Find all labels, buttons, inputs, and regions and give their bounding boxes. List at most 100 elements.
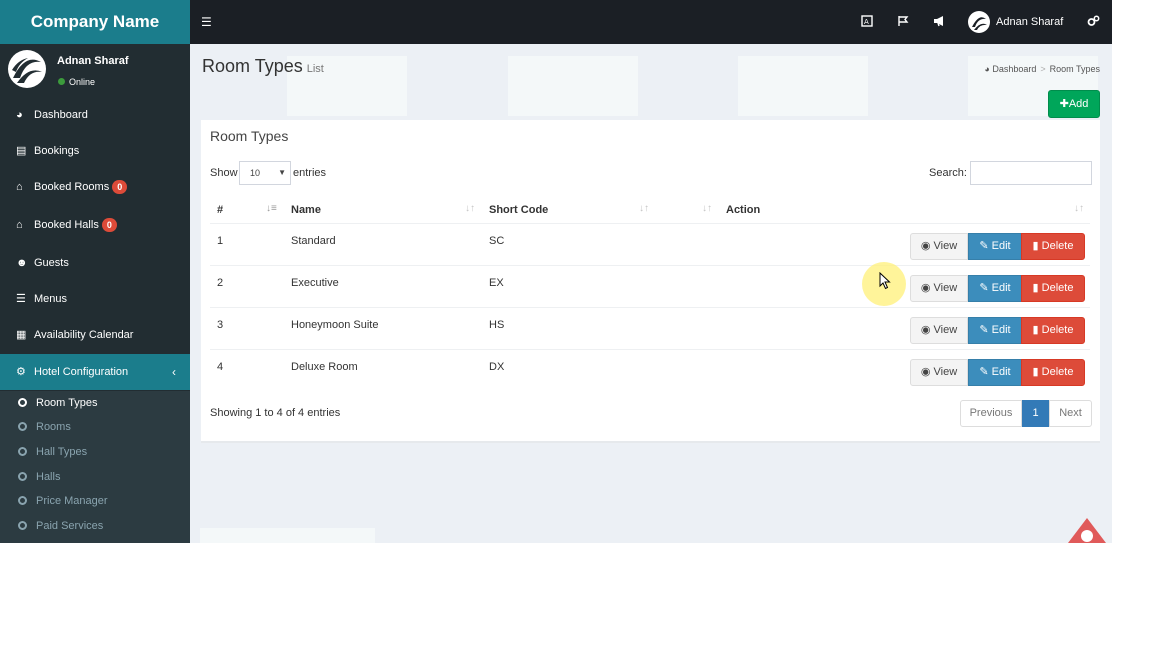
sidebar: Adnan Sharaf Online ◕ Dashboard ▤ Bookings… [0, 44, 190, 543]
sidebar-item-guests[interactable]: ☻ Guests [0, 245, 190, 281]
sidebar-item-menus[interactable]: ☰ Menus [0, 281, 190, 317]
page-title-text: Room Types [202, 56, 303, 76]
sidebar-item-label: Hotel Configuration [34, 366, 129, 378]
column-header-number[interactable]: # [217, 204, 223, 216]
view-button[interactable]: ◉ View [910, 275, 968, 302]
delete-button[interactable]: ▮ Delete [1021, 317, 1085, 344]
home-icon: ⌂ [16, 219, 23, 231]
search-label: Search: [929, 167, 967, 179]
announcement-icon[interactable] [933, 15, 946, 30]
edit-button[interactable]: ✎ Edit [968, 317, 1022, 344]
column-header-name[interactable]: Name [291, 204, 321, 216]
booked-rooms-badge: 0 [112, 180, 128, 194]
ghost-card [508, 56, 638, 116]
delete-button[interactable]: ▮ Delete [1021, 359, 1085, 386]
pagination-previous[interactable]: Previous [960, 400, 1022, 427]
delete-button[interactable]: ▮ Delete [1021, 275, 1085, 302]
circle-icon [18, 472, 27, 481]
view-label: View [933, 366, 958, 378]
submenu-item-rooms[interactable]: Rooms [0, 415, 190, 439]
view-button[interactable]: ◉ View [910, 233, 968, 260]
submenu-item-paid-services[interactable]: Paid Services [0, 514, 190, 538]
submenu-item-label: Price Manager [36, 495, 108, 507]
sidebar-item-booked-rooms[interactable]: ⌂ Booked Rooms 0 [0, 169, 190, 205]
page-size-value: 10 [250, 168, 261, 178]
submenu-item-hall-types[interactable]: Hall Types [0, 440, 190, 464]
sort-asc-icon[interactable]: ↓≡ [266, 203, 277, 214]
sidebar-item-dashboard[interactable]: ◕ Dashboard [0, 97, 190, 133]
show-label: Show [210, 167, 238, 179]
user-panel: Adnan Sharaf Online [0, 44, 190, 96]
entries-label: entries [293, 167, 327, 179]
settings-gears-icon[interactable] [1087, 15, 1100, 30]
edit-button[interactable]: ✎ Edit [968, 359, 1022, 386]
circle-icon [18, 521, 27, 530]
submenu-item-halls[interactable]: Halls [0, 465, 190, 489]
bars-icon: ☰ [16, 293, 26, 305]
scroll-top-icon[interactable] [1066, 516, 1108, 543]
eye-icon: ◉ [920, 366, 931, 378]
view-button[interactable]: ◉ View [910, 317, 968, 344]
edit-button[interactable]: ✎ Edit [968, 233, 1022, 260]
delete-button[interactable]: ▮ Delete [1021, 233, 1085, 260]
room-types-box: Room Types Show 10 ▼ entries Search: # ↓≡… [201, 120, 1100, 443]
sort-icon[interactable]: ↓↑ [702, 203, 712, 214]
breadcrumb-item-dashboard[interactable]: Dashboard [992, 64, 1036, 74]
sidebar-item-label: Menus [34, 293, 68, 305]
pagination-page-1[interactable]: 1 [1022, 400, 1049, 427]
row-short-code: DX [489, 361, 505, 373]
calendar-icon: ▦ [16, 329, 27, 341]
sidebar-item-availability-calendar[interactable]: ▦ Availability Calendar [0, 317, 190, 353]
edit-label: Edit [991, 324, 1011, 336]
sidebar-toggle-icon[interactable]: ☰ [201, 15, 212, 29]
column-header-short-code[interactable]: Short Code [489, 204, 548, 216]
row-name: Executive [291, 277, 339, 289]
sidebar-item-booked-halls[interactable]: ⌂ Booked Halls 0 [0, 207, 190, 243]
edit-label: Edit [991, 240, 1011, 252]
plus-icon: ✚ [1059, 98, 1069, 110]
row-name: Standard [291, 235, 336, 247]
column-header-action[interactable]: Action [726, 204, 760, 216]
dashboard-icon: ◕ [984, 64, 990, 74]
top-navbar: ☰ A Adnan Sharaf [190, 0, 1112, 44]
page-title: Room Types List [202, 56, 324, 77]
sort-icon[interactable]: ↓↑ [1074, 203, 1084, 214]
circle-icon [18, 447, 27, 456]
submenu-item-price-manager[interactable]: Price Manager [0, 489, 190, 513]
row-short-code: HS [489, 319, 505, 331]
sidebar-item-hotel-configuration[interactable]: ⚙ Hotel Configuration ‹ [0, 354, 190, 390]
mouse-cursor-icon [879, 272, 891, 290]
edit-button[interactable]: ✎ Edit [968, 275, 1022, 302]
view-label: View [933, 324, 958, 336]
edit-icon: ✎ [979, 324, 989, 336]
row-number: 3 [217, 319, 224, 331]
delete-label: Delete [1041, 324, 1074, 336]
pagination-next[interactable]: Next [1049, 400, 1092, 427]
eye-icon: ◉ [920, 240, 931, 252]
add-button[interactable]: ✚Add [1048, 90, 1100, 118]
search-input[interactable] [970, 161, 1092, 185]
bookings-icon: ▤ [16, 145, 27, 157]
sort-icon[interactable]: ↓↑ [465, 203, 475, 214]
page-size-select[interactable]: 10 ▼ [239, 161, 291, 185]
row-divider [210, 307, 1090, 308]
trash-icon: ▮ [1032, 324, 1039, 336]
navbar-user-menu[interactable]: Adnan Sharaf [968, 10, 1063, 34]
view-button[interactable]: ◉ View [910, 359, 968, 386]
app-frame: Company Name ☰ A Adnan Sharaf Adnan Shar… [0, 0, 1112, 543]
sidebar-item-bookings[interactable]: ▤ Bookings [0, 133, 190, 169]
sort-icon[interactable]: ↓↑ [639, 203, 649, 214]
company-logo[interactable]: Company Name [0, 0, 190, 44]
edit-icon: ✎ [979, 366, 989, 378]
language-icon[interactable]: A [861, 15, 873, 30]
row-number: 2 [217, 277, 224, 289]
header-divider [210, 223, 1090, 224]
submenu-item-room-types[interactable]: Room Types [0, 391, 190, 415]
delete-label: Delete [1041, 366, 1074, 378]
row-short-code: EX [489, 277, 504, 289]
row-divider [210, 265, 1090, 266]
eye-icon: ◉ [920, 324, 931, 336]
booked-halls-badge: 0 [101, 218, 117, 232]
flag-icon[interactable] [897, 15, 909, 30]
edit-label: Edit [991, 366, 1011, 378]
